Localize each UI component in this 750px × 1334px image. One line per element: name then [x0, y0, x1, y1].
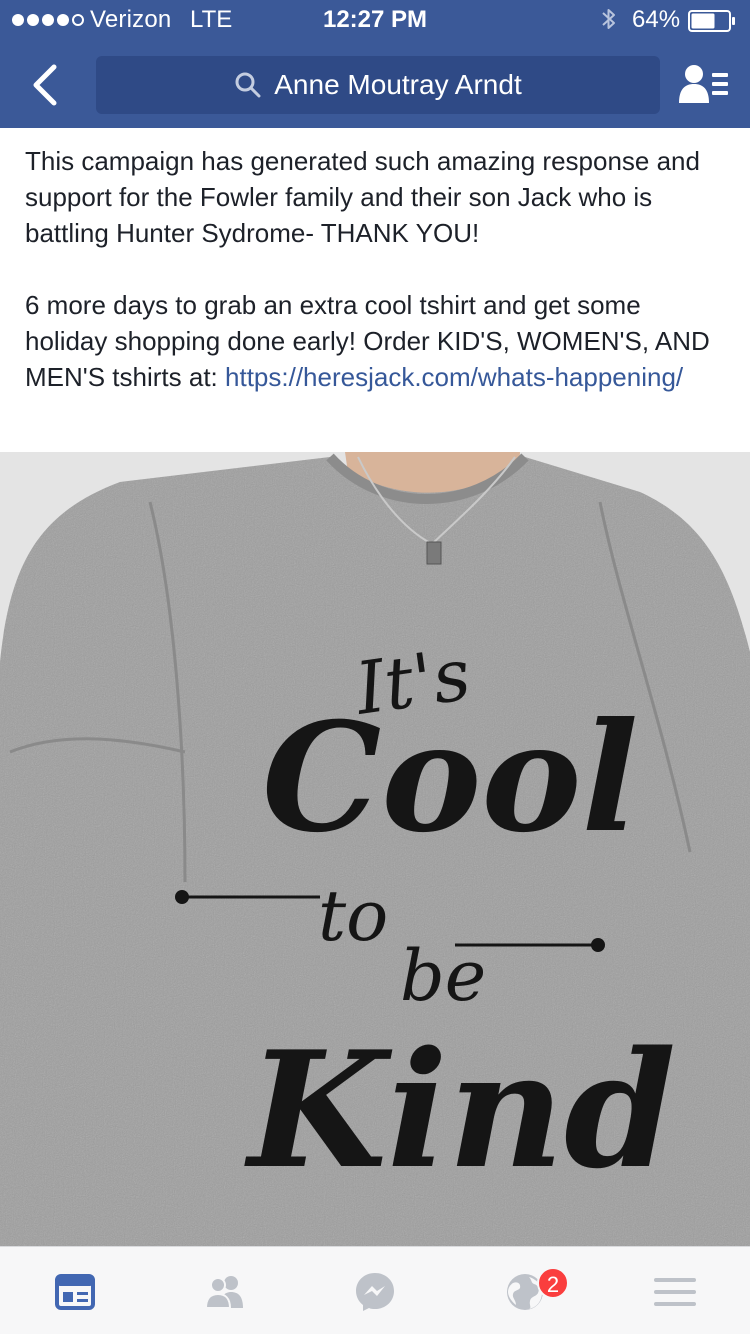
graphic-text-be: be	[400, 935, 486, 1017]
status-bar: Verizon LTE 12:27 PM 64%	[0, 0, 750, 40]
news-feed-icon	[55, 1274, 95, 1310]
tshirt-photo: It's Cool to be Kind	[0, 452, 750, 1248]
menu-icon	[654, 1278, 696, 1306]
heresjack-link[interactable]: https://heresjack.com/whats-happening/	[225, 362, 683, 392]
graphic-text-kind: Kind	[244, 1016, 676, 1204]
post-photo[interactable]: It's Cool to be Kind	[0, 452, 750, 1248]
bottom-tab-bar: 2	[0, 1246, 750, 1334]
battery-icon	[688, 10, 735, 32]
search-query: Anne Moutray Arndt	[274, 69, 522, 100]
tab-more[interactable]	[635, 1257, 715, 1327]
graphic-text-to: to	[318, 875, 388, 957]
tab-notifications[interactable]: 2	[485, 1257, 569, 1327]
post-paragraph-1: This campaign has generated such amazing…	[25, 146, 700, 248]
friend-requests-button[interactable]	[676, 60, 732, 108]
tab-messenger[interactable]	[335, 1257, 415, 1327]
post-paragraph-2: 6 more days to grab an extra cool tshirt…	[25, 287, 725, 395]
post-message: This campaign has generated such amazing…	[25, 143, 725, 395]
bluetooth-icon	[602, 9, 615, 29]
search-icon	[235, 72, 261, 98]
messenger-icon	[356, 1273, 394, 1311]
navigation-bar: Anne Moutray Arndt	[0, 40, 750, 128]
notification-badge: 2	[537, 1267, 569, 1299]
friends-icon	[204, 1276, 243, 1309]
app-header: Verizon LTE 12:27 PM 64% Anne Moutray Ar…	[0, 0, 750, 128]
graphic-text-cool: Cool	[262, 690, 638, 866]
search-input[interactable]: Anne Moutray Arndt	[96, 56, 660, 114]
back-button[interactable]	[22, 58, 68, 112]
friend-requests-icon	[679, 65, 728, 103]
chevron-left-icon	[33, 64, 57, 106]
tab-news-feed[interactable]	[35, 1257, 115, 1327]
battery-percent: 64%	[632, 6, 681, 33]
tab-friends[interactable]	[185, 1257, 265, 1327]
